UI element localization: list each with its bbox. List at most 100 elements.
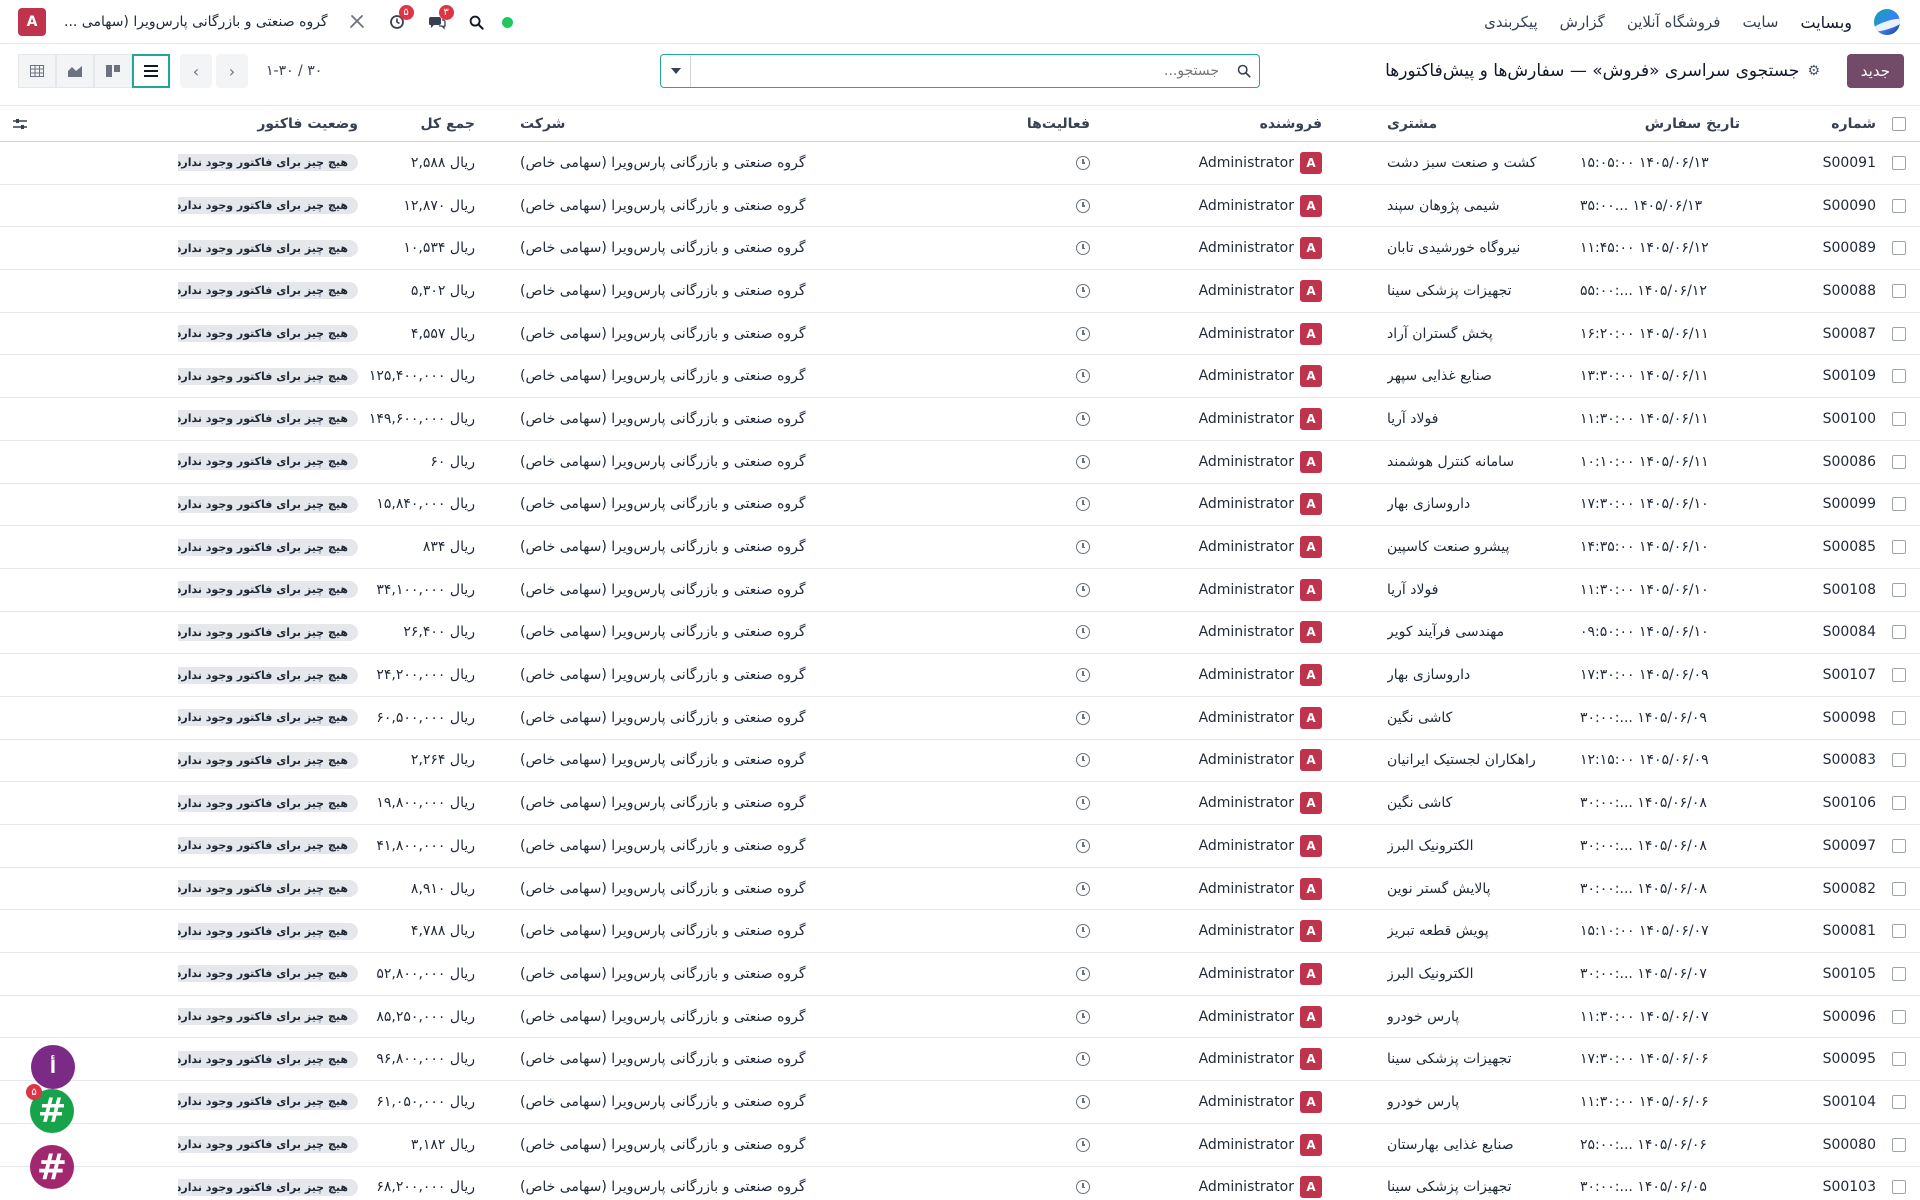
activity-clock-icon[interactable] [970,1167,1090,1200]
search-options-toggle[interactable] [661,55,691,87]
graph-view-icon[interactable] [56,54,94,88]
table-row[interactable]: S00085 ۱۴۰۵/۰۶/۱۰ ۱۴:۳۵:۰۰ پیشرو صنعت کا… [0,526,1920,569]
table-row[interactable]: S00098 ۱۴۰۵/۰۶/۰۹ ...:۳۰:۰۰ کاشی نگین Ad… [0,697,1920,740]
table-row[interactable]: S00095 ۱۴۰۵/۰۶/۰۶ ۱۷:۳۰:۰۰ تجهیزات پزشکی… [0,1038,1920,1082]
row-checkbox[interactable] [1892,1167,1906,1200]
app-brand[interactable]: وبسایت [1801,13,1853,32]
activity-clock-icon[interactable] [970,185,1090,227]
col-invoice-status[interactable]: وضعیت فاکتور [178,106,358,141]
table-row[interactable]: S00104 ۱۴۰۵/۰۶/۰۶ ۱۱:۳۰:۰۰ پارس خودرو Ad… [0,1081,1920,1124]
row-checkbox[interactable] [1892,526,1906,568]
activity-clock-icon[interactable] [970,740,1090,782]
activity-clock-icon[interactable] [970,654,1090,696]
pager-value[interactable]: ۱-۳۰ / ۳۰ [266,63,322,79]
table-row[interactable]: S00090 ۱۴۰۵/۰۶/۱۳ ...۳۵:۰۰ شیمی پژوهان س… [0,185,1920,228]
row-checkbox[interactable] [1892,654,1906,696]
search-nav-icon[interactable] [466,11,488,33]
messages-icon[interactable]: ۳ [426,5,454,33]
activities-icon[interactable]: ۵ [386,5,414,33]
row-checkbox[interactable] [1892,185,1906,227]
activity-clock-icon[interactable] [970,313,1090,355]
activity-clock-icon[interactable] [970,526,1090,568]
activity-clock-icon[interactable] [970,825,1090,867]
row-checkbox[interactable] [1892,313,1906,355]
col-seller[interactable]: فروشنده [1122,106,1322,141]
activity-clock-icon[interactable] [970,355,1090,397]
activity-clock-icon[interactable] [970,1081,1090,1123]
row-checkbox[interactable] [1892,910,1906,952]
activity-clock-icon[interactable] [970,142,1090,184]
company-switcher[interactable]: گروه صنعتی و بازرگانی پارس‌ویرا (سهامی .… [64,14,328,30]
row-checkbox[interactable] [1892,868,1906,910]
activity-clock-icon[interactable] [970,1124,1090,1166]
row-checkbox[interactable] [1892,825,1906,867]
col-activities[interactable]: فعالیت‌ها [970,106,1090,141]
table-row[interactable]: S00088 ۱۴۰۵/۰۶/۱۲ ...:۵۵:۰۰ تجهیزات پزشک… [0,270,1920,313]
table-row[interactable]: S00084 ۱۴۰۵/۰۶/۱۰ ۰۹:۵۰:۰۰ مهندسی فرآیند… [0,612,1920,655]
table-row[interactable]: S00096 ۱۴۰۵/۰۶/۰۷ ۱۱:۳۰:۰۰ پارس خودرو Ad… [0,996,1920,1039]
activity-clock-icon[interactable] [970,612,1090,654]
table-row[interactable]: S00091 ۱۴۰۵/۰۶/۱۳ ۱۵:۰۵:۰۰ کشت و صنعت سب… [0,142,1920,185]
table-row[interactable]: S00082 ۱۴۰۵/۰۶/۰۸ ...:۳۰:۰۰ پالایش گستر … [0,868,1920,911]
col-order-date[interactable]: تاریخ سفارش [1580,106,1740,141]
new-button[interactable]: جدید [1846,54,1904,88]
row-checkbox[interactable] [1892,569,1906,611]
menu-report[interactable]: گزارش [1560,13,1605,31]
activity-clock-icon[interactable] [970,910,1090,952]
row-checkbox[interactable] [1892,270,1906,312]
row-checkbox[interactable] [1892,398,1906,440]
row-checkbox[interactable] [1892,484,1906,526]
activity-clock-icon[interactable] [970,270,1090,312]
chat-bubble-letter[interactable]: أ [31,1045,75,1089]
menu-online-shop[interactable]: فروشگاه آنلاین [1627,13,1721,31]
table-row[interactable]: S00107 ۱۴۰۵/۰۶/۰۹ ۱۷:۳۰:۰۰ داروسازی بهار… [0,654,1920,697]
activity-clock-icon[interactable] [970,398,1090,440]
col-number[interactable]: شماره [1756,106,1876,141]
optional-columns-icon[interactable] [10,106,30,141]
search-input[interactable] [691,55,1229,87]
row-checkbox[interactable] [1892,1081,1906,1123]
row-checkbox[interactable] [1892,1124,1906,1166]
select-all-checkbox[interactable] [1892,106,1906,141]
table-row[interactable]: S00097 ۱۴۰۵/۰۶/۰۸ ...:۳۰:۰۰ الکترونیک ال… [0,825,1920,868]
table-row[interactable]: S00089 ۱۴۰۵/۰۶/۱۲ ۱۱:۴۵:۰۰ نیروگاه خورشی… [0,227,1920,271]
row-checkbox[interactable] [1892,142,1906,184]
col-customer[interactable]: مشتری [1387,106,1597,141]
row-checkbox[interactable] [1892,996,1906,1038]
list-view-icon[interactable] [132,54,170,88]
pager-next-button[interactable]: › [216,54,248,88]
row-checkbox[interactable] [1892,612,1906,654]
col-company[interactable]: شرکت [520,106,950,141]
table-row[interactable]: S00100 ۱۴۰۵/۰۶/۱۱ ۱۱:۳۰:۰۰ فولاد آریا Ad… [0,398,1920,441]
table-row[interactable]: S00106 ۱۴۰۵/۰۶/۰۸ ...:۳۰:۰۰ کاشی نگین Ad… [0,782,1920,825]
user-avatar[interactable]: A [18,8,46,36]
table-row[interactable]: S00080 ۱۴۰۵/۰۶/۰۶ ...:۲۵:۰۰ صنایع غذایی … [0,1124,1920,1167]
activity-clock-icon[interactable] [970,441,1090,483]
activity-clock-icon[interactable] [970,227,1090,269]
activity-clock-icon[interactable] [970,484,1090,526]
activity-clock-icon[interactable] [970,868,1090,910]
channel-bubble-hash-icon-2[interactable]: # [30,1145,74,1189]
row-checkbox[interactable] [1892,1038,1906,1080]
activity-clock-icon[interactable] [970,996,1090,1038]
table-row[interactable]: S00086 ۱۴۰۵/۰۶/۱۱ ۱۰:۱۰:۰۰ سامانه کنترل … [0,441,1920,484]
table-row[interactable]: S00109 ۱۴۰۵/۰۶/۱۱ ۱۳:۳۰:۰۰ صنایع غذایی س… [0,355,1920,399]
activity-clock-icon[interactable] [970,1038,1090,1080]
row-checkbox[interactable] [1892,227,1906,269]
row-checkbox[interactable] [1892,355,1906,397]
table-row[interactable]: S00103 ۱۴۰۵/۰۶/۰۵ ...:۳۰:۰۰ تجهیزات پزشک… [0,1167,1920,1200]
activity-clock-icon[interactable] [970,569,1090,611]
menu-site[interactable]: سایت [1742,13,1778,31]
app-logo-icon[interactable] [1874,9,1900,35]
activity-clock-icon[interactable] [970,953,1090,995]
row-checkbox[interactable] [1892,441,1906,483]
debug-tools-icon[interactable] [346,11,368,33]
table-row[interactable]: S00081 ۱۴۰۵/۰۶/۰۷ ۱۵:۱۰:۰۰ پویش قطعه تبر… [0,910,1920,954]
search-icon[interactable] [1229,55,1259,87]
row-checkbox[interactable] [1892,740,1906,782]
pivot-view-icon[interactable] [18,54,56,88]
row-checkbox[interactable] [1892,697,1906,739]
gear-icon[interactable]: ⚙ [1807,63,1820,79]
menu-configuration[interactable]: پیکربندی [1484,13,1538,31]
row-checkbox[interactable] [1892,782,1906,824]
